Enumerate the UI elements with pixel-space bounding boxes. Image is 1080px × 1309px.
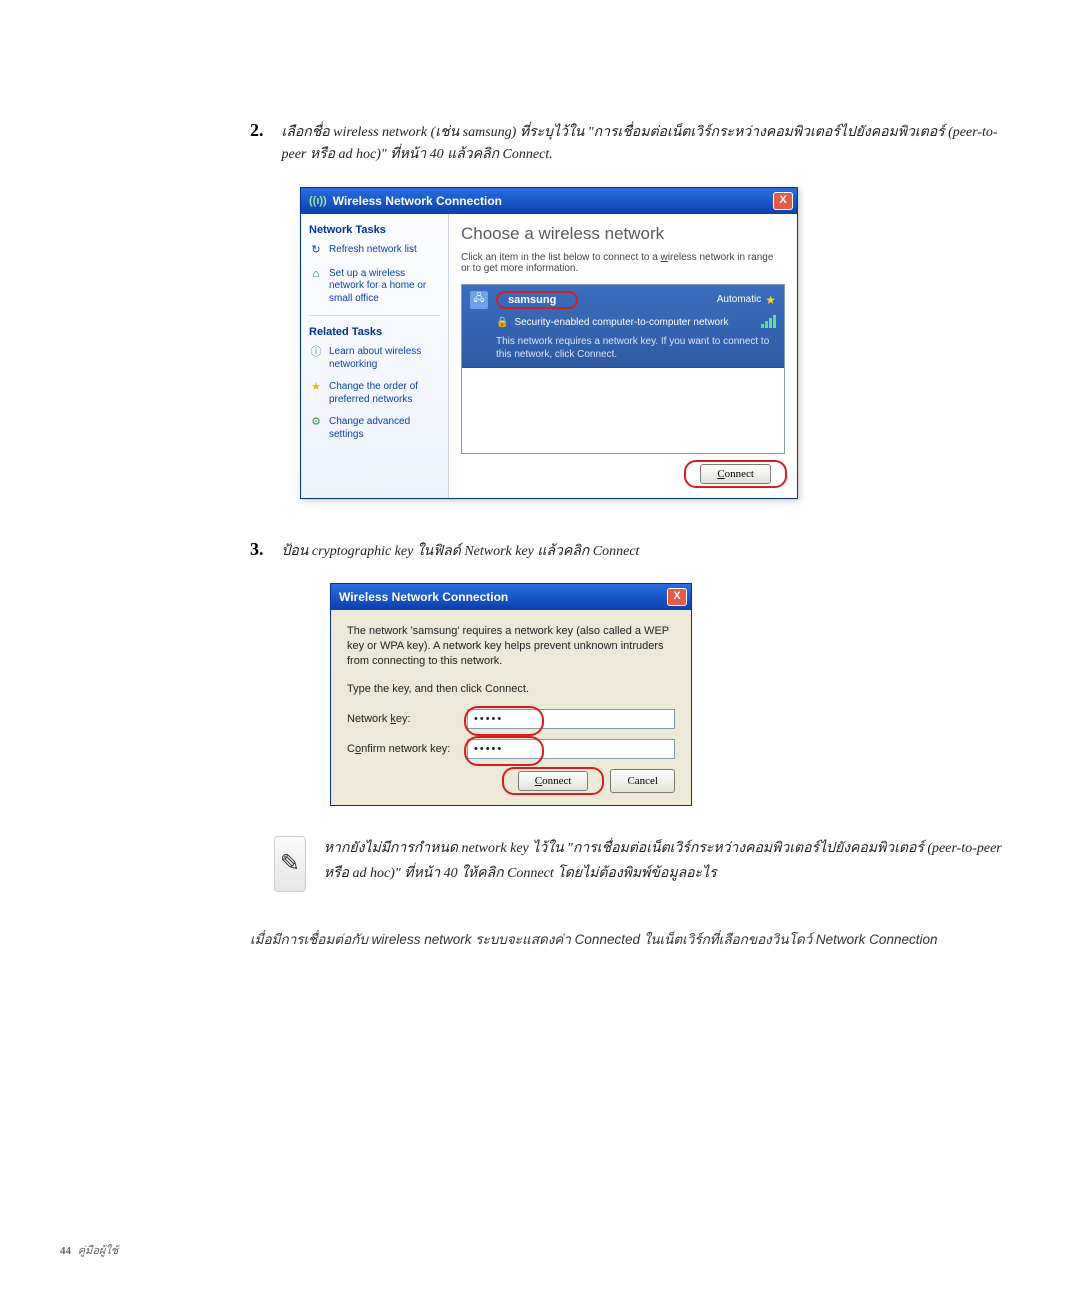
note-block: ✎ หากยังไม่มีการกำหนด network key ไว้ใน … — [274, 836, 1020, 892]
wireless-icon: ((ı)) — [309, 195, 327, 207]
learn-label: Learn about wireless networking — [329, 346, 440, 371]
dialog2-title: Wireless Network Connection — [339, 590, 508, 604]
network-item-samsung[interactable]: 🖧 samsung Automatic ★ 🔒 Securit — [462, 285, 784, 368]
adhoc-icon: 🖧 — [470, 291, 488, 309]
network-key-dialog: Wireless Network Connection X The networ… — [330, 583, 692, 806]
titlebar-2: Wireless Network Connection X — [331, 584, 691, 610]
titlebar: ((ı)) Wireless Network Connection X — [301, 188, 797, 214]
network-tasks-header: Network Tasks — [309, 224, 440, 236]
key-description: The network 'samsung' requires a network… — [347, 624, 675, 669]
setup-label: Set up a wireless network for a home or … — [329, 268, 440, 306]
adv-label: Change advanced settings — [329, 416, 440, 441]
star-icon: ★ — [309, 381, 323, 395]
connect2-highlight: Connect — [504, 769, 603, 793]
confirm-key-label: Confirm network key: — [347, 743, 467, 755]
connect-button[interactable]: Connect — [700, 464, 771, 484]
refresh-icon: ↻ — [309, 244, 323, 258]
connect-highlight: Connect — [686, 462, 785, 486]
network-requires-key-text: This network requires a network key. If … — [496, 335, 776, 361]
network-key-input[interactable]: ••••• — [467, 709, 675, 729]
side-panel: Network Tasks ↻ Refresh network list ⌂ S… — [301, 214, 449, 498]
type-key-instruction: Type the key, and then click Connect. — [347, 683, 675, 695]
choose-network-title: Choose a wireless network — [461, 224, 785, 244]
connect-label: onnect — [725, 468, 754, 480]
step-3-number: 3. — [250, 539, 264, 560]
gear-icon: ⚙ — [309, 416, 323, 430]
step-2-number: 2. — [250, 120, 264, 141]
network-key-label: Network key: — [347, 713, 467, 725]
step-2-text: เลือกชื่อ wireless network (เช่น samsung… — [282, 122, 1021, 167]
advanced-settings-link[interactable]: ⚙ Change advanced settings — [309, 416, 440, 441]
choose-network-sub: Click an item in the list below to conne… — [461, 252, 785, 274]
dialog-title: Wireless Network Connection — [333, 194, 502, 208]
setup-network-link[interactable]: ⌂ Set up a wireless network for a home o… — [309, 268, 440, 306]
page-number: 44 — [60, 1245, 71, 1257]
refresh-label: Refresh network list — [329, 244, 417, 258]
setup-icon: ⌂ — [309, 268, 323, 282]
cancel-button[interactable]: Cancel — [610, 769, 675, 793]
info-icon: ⓘ — [309, 346, 323, 360]
refresh-network-list-link[interactable]: ↻ Refresh network list — [309, 244, 440, 258]
network-ssid: samsung — [496, 291, 578, 309]
favorite-star-icon: ★ — [765, 293, 776, 307]
step-3-text: ป้อน cryptographic key ในฟิลด์ Network k… — [282, 541, 640, 563]
main-panel: Choose a wireless network Click an item … — [449, 214, 797, 498]
automatic-label: Automatic — [717, 294, 761, 305]
divider — [309, 315, 440, 316]
lock-icon: 🔒 — [496, 317, 508, 328]
related-tasks-header: Related Tasks — [309, 326, 440, 338]
signal-strength-icon — [761, 315, 776, 331]
connect-button-2[interactable]: Connect — [518, 771, 589, 791]
footer-label: คู่มือผู้ใช้ — [78, 1245, 119, 1257]
wireless-connection-dialog: ((ı)) Wireless Network Connection X Netw… — [300, 187, 798, 499]
confirm-key-input[interactable]: ••••• — [467, 739, 675, 759]
note-text: หากยังไม่มีการกำหนด network key ไว้ใน "ก… — [324, 836, 1020, 892]
order-label: Change the order of preferred networks — [329, 381, 440, 406]
learn-wireless-link[interactable]: ⓘ Learn about wireless networking — [309, 346, 440, 371]
change-order-link[interactable]: ★ Change the order of preferred networks — [309, 381, 440, 406]
security-label: Security-enabled computer-to-computer ne… — [514, 317, 728, 328]
closing-text: เมื่อมีการเชื่อมต่อกับ wireless network … — [250, 928, 1020, 950]
note-icon: ✎ — [274, 836, 306, 892]
page-footer: 44 คู่มือผู้ใช้ — [60, 1241, 118, 1259]
network-list[interactable]: 🖧 samsung Automatic ★ 🔒 Securit — [461, 284, 785, 454]
close-button[interactable]: X — [773, 192, 793, 210]
close-button-2[interactable]: X — [667, 588, 687, 606]
